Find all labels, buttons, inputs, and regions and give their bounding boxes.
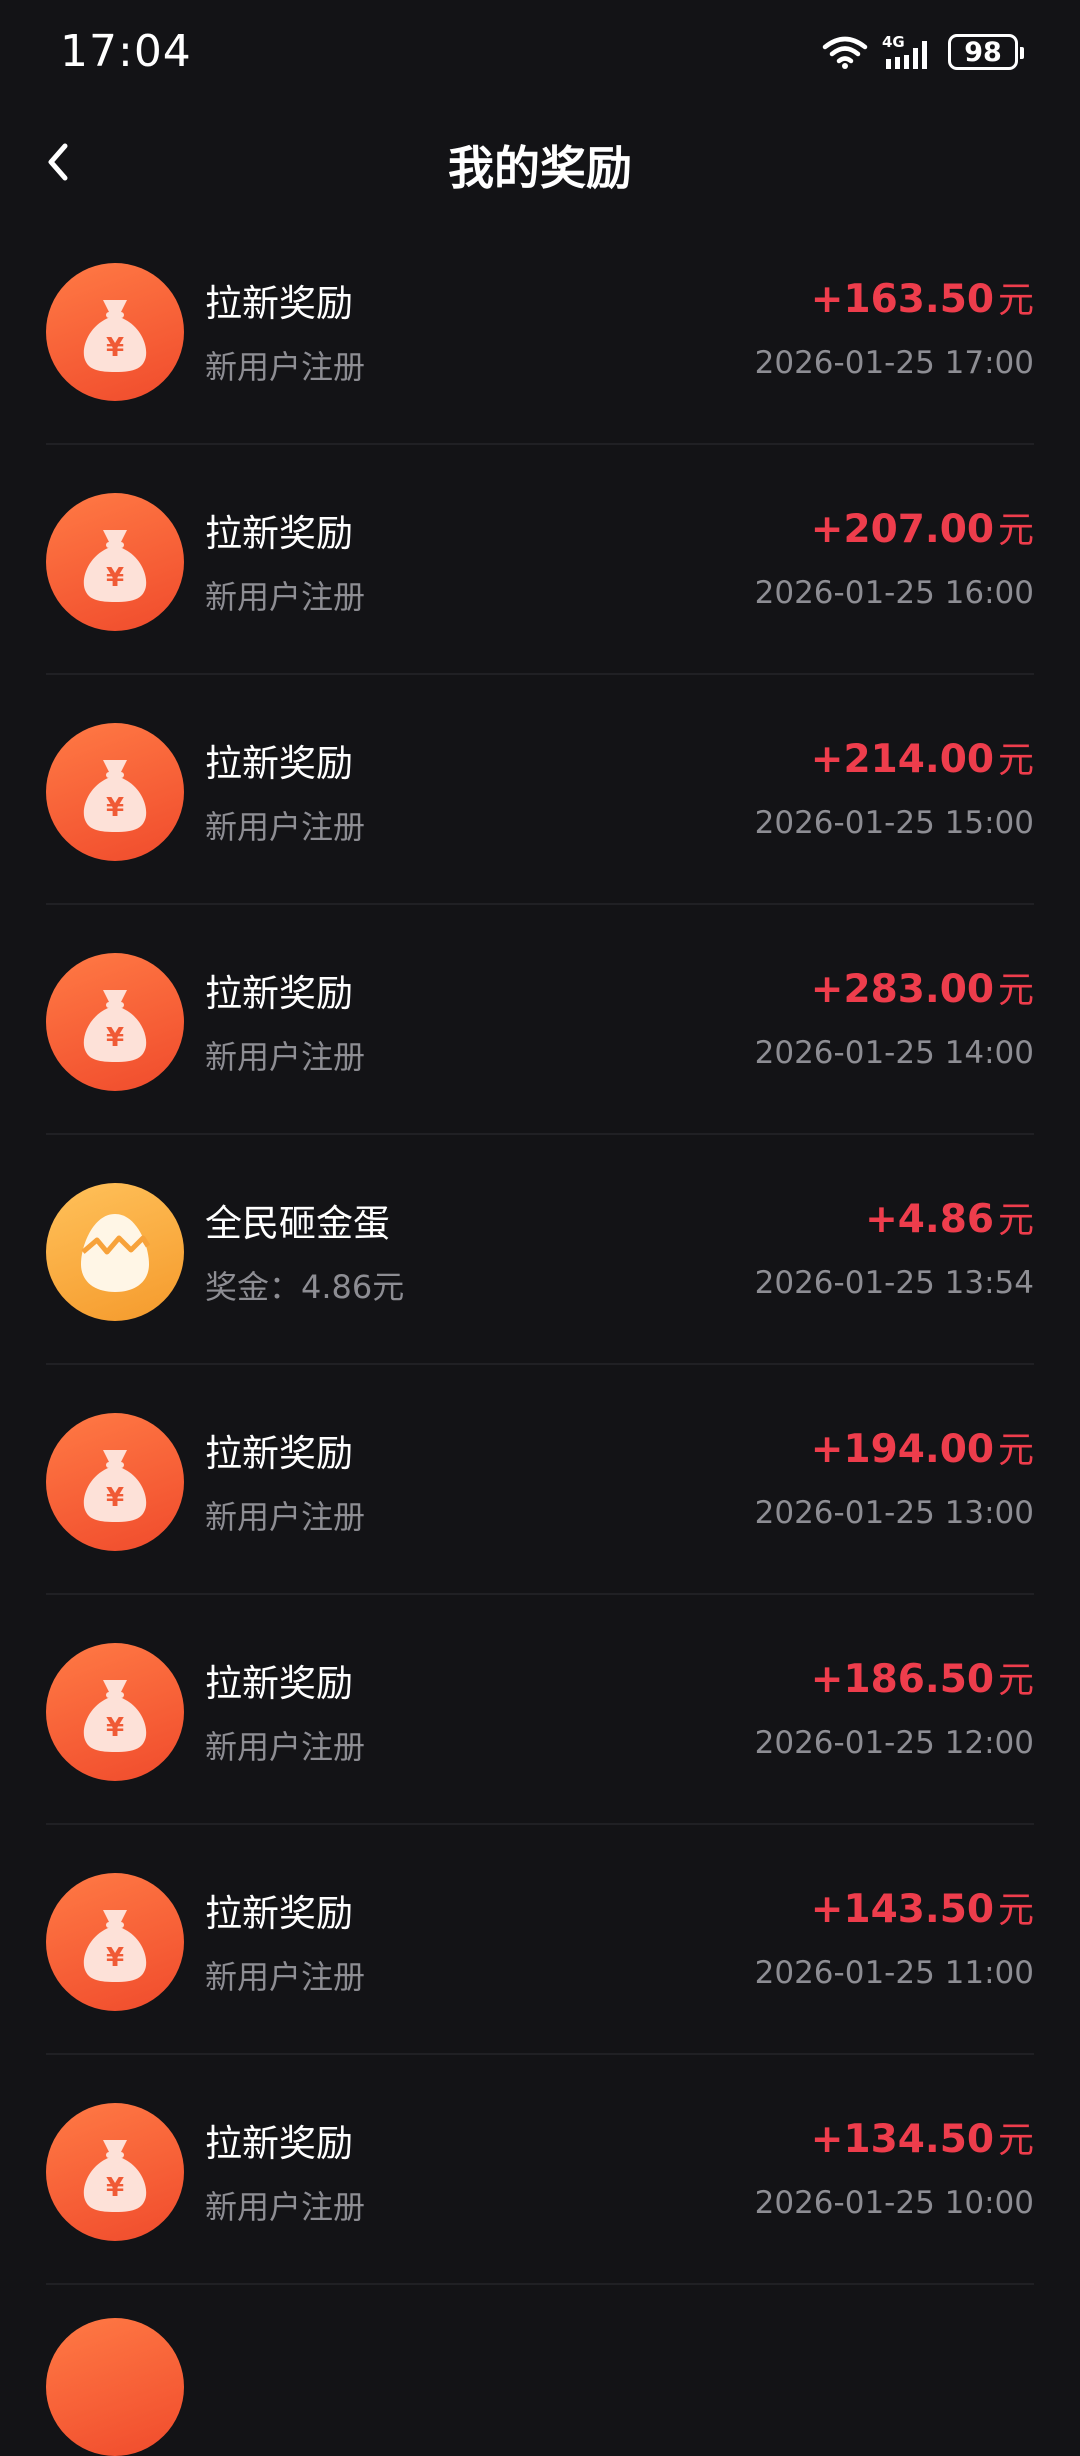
status-time: 17:04 — [60, 26, 192, 77]
reward-amount: +134.50 元 — [811, 2111, 1034, 2163]
amount-unit: 元 — [997, 510, 1034, 551]
svg-text:¥: ¥ — [106, 1483, 124, 1513]
money-bag-icon: ¥ — [46, 1643, 184, 1781]
status-icons: 4G 98 — [822, 30, 1024, 74]
amount-unit: 元 — [997, 1200, 1034, 1241]
svg-text:¥: ¥ — [106, 793, 124, 823]
reward-subtitle: 奖金：4.86元 — [205, 1268, 405, 1306]
reward-item[interactable]: 全民砸金蛋 奖金：4.86元 +4.86 元 2026-01-25 13:54 — [0, 1135, 1080, 1365]
reward-item[interactable]: ¥ 拉新奖励 新用户注册 +143.50 元 2026-01-25 11:00 — [0, 1825, 1080, 2055]
header: 我的奖励 — [0, 110, 1080, 220]
reward-time: 2026-01-25 13:54 — [754, 1265, 1034, 1301]
reward-item[interactable]: ¥ 拉新奖励 新用户注册 +214.00 元 2026-01-25 15:00 — [0, 675, 1080, 905]
money-bag-icon: ¥ — [46, 2103, 184, 2241]
reward-item[interactable]: ¥ 拉新奖励 新用户注册 +163.50 元 2026-01-25 17:00 — [0, 215, 1080, 445]
amount-unit: 元 — [997, 1890, 1034, 1931]
amount-value: +143.50 — [810, 1887, 994, 1932]
amount-value: +186.50 — [810, 1657, 994, 1702]
money-bag-icon: ¥ — [46, 953, 184, 1091]
golden-egg-icon — [46, 1183, 184, 1321]
amount-value: +4.86 — [865, 1197, 994, 1242]
amount-value: +163.50 — [810, 277, 994, 322]
svg-text:¥: ¥ — [106, 1023, 124, 1053]
reward-time: 2026-01-25 14:00 — [754, 1035, 1034, 1071]
reward-title: 拉新奖励 — [205, 972, 353, 1015]
reward-time: 2026-01-25 13:00 — [754, 1495, 1034, 1531]
reward-list: ¥ 拉新奖励 新用户注册 +163.50 元 2026-01-25 17:00 ¥… — [0, 215, 1080, 2285]
network-type-label: 4G — [882, 33, 905, 51]
battery-level: 98 — [964, 36, 1002, 68]
svg-text:¥: ¥ — [106, 2173, 124, 2203]
svg-text:¥: ¥ — [106, 1713, 124, 1743]
reward-title: 拉新奖励 — [205, 742, 353, 785]
amount-unit: 元 — [997, 1430, 1034, 1471]
amount-unit: 元 — [997, 280, 1034, 321]
reward-time: 2026-01-25 15:00 — [754, 805, 1034, 841]
svg-text:¥: ¥ — [106, 1943, 124, 1973]
reward-amount: +4.86 元 — [865, 1191, 1034, 1243]
amount-unit: 元 — [997, 740, 1034, 781]
reward-time: 2026-01-25 12:00 — [754, 1725, 1034, 1761]
reward-item[interactable]: ¥ 拉新奖励 新用户注册 +186.50 元 2026-01-25 12:00 — [0, 1595, 1080, 1825]
status-bar: 17:04 4G 98 — [0, 0, 1080, 110]
reward-title: 拉新奖励 — [205, 282, 353, 325]
reward-item[interactable]: ¥ 拉新奖励 新用户注册 +207.00 元 2026-01-25 16:00 — [0, 445, 1080, 675]
amount-value: +134.50 — [810, 2117, 994, 2162]
reward-amount: +194.00 元 — [811, 1421, 1034, 1473]
reward-title: 拉新奖励 — [205, 2122, 353, 2165]
money-bag-icon: ¥ — [46, 1873, 184, 2011]
reward-subtitle: 新用户注册 — [205, 1958, 366, 1996]
divider — [46, 2283, 1034, 2285]
svg-text:¥: ¥ — [106, 333, 124, 363]
amount-value: +207.00 — [810, 507, 994, 552]
amount-unit: 元 — [997, 2120, 1034, 2161]
reward-amount: +163.50 元 — [811, 271, 1034, 323]
money-bag-icon: ¥ — [46, 263, 184, 401]
reward-time: 2026-01-25 16:00 — [754, 575, 1034, 611]
money-bag-icon: ¥ — [46, 493, 184, 631]
page-title: 我的奖励 — [448, 141, 632, 195]
amount-value: +214.00 — [810, 737, 994, 782]
reward-amount: +143.50 元 — [811, 1881, 1034, 1933]
amount-value: +283.00 — [810, 967, 994, 1012]
reward-subtitle: 新用户注册 — [205, 1728, 366, 1766]
reward-amount: +186.50 元 — [811, 1651, 1034, 1703]
reward-amount: +283.00 元 — [811, 961, 1034, 1013]
reward-time: 2026-01-25 11:00 — [754, 1955, 1034, 1991]
reward-item[interactable]: ¥ 拉新奖励 新用户注册 +194.00 元 2026-01-25 13:00 — [0, 1365, 1080, 1595]
reward-subtitle: 新用户注册 — [205, 578, 366, 616]
wifi-icon — [822, 34, 868, 70]
reward-item[interactable]: ¥ 拉新奖励 新用户注册 +283.00 元 2026-01-25 14:00 — [0, 905, 1080, 1135]
reward-amount: +207.00 元 — [811, 501, 1034, 553]
reward-title: 全民砸金蛋 — [205, 1202, 390, 1245]
money-bag-icon — [46, 2318, 184, 2456]
reward-time: 2026-01-25 10:00 — [754, 2185, 1034, 2221]
money-bag-icon: ¥ — [46, 723, 184, 861]
reward-item[interactable]: ¥ 拉新奖励 新用户注册 +134.50 元 2026-01-25 10:00 — [0, 2055, 1080, 2285]
amount-value: +194.00 — [810, 1427, 994, 1472]
amount-unit: 元 — [997, 1660, 1034, 1701]
reward-title: 拉新奖励 — [205, 512, 353, 555]
battery-icon: 98 — [948, 34, 1024, 70]
reward-time: 2026-01-25 17:00 — [754, 345, 1034, 381]
reward-title: 拉新奖励 — [205, 1892, 353, 1935]
reward-subtitle: 新用户注册 — [205, 348, 366, 386]
amount-unit: 元 — [997, 970, 1034, 1011]
reward-title: 拉新奖励 — [205, 1662, 353, 1705]
money-bag-icon: ¥ — [46, 1413, 184, 1551]
reward-subtitle: 新用户注册 — [205, 1038, 366, 1076]
reward-subtitle: 新用户注册 — [205, 1498, 366, 1536]
svg-text:¥: ¥ — [106, 563, 124, 593]
reward-title: 拉新奖励 — [205, 1432, 353, 1475]
reward-amount: +214.00 元 — [811, 731, 1034, 783]
reward-subtitle: 新用户注册 — [205, 808, 366, 846]
signal-icon: 4G — [882, 33, 934, 71]
reward-subtitle: 新用户注册 — [205, 2188, 366, 2226]
